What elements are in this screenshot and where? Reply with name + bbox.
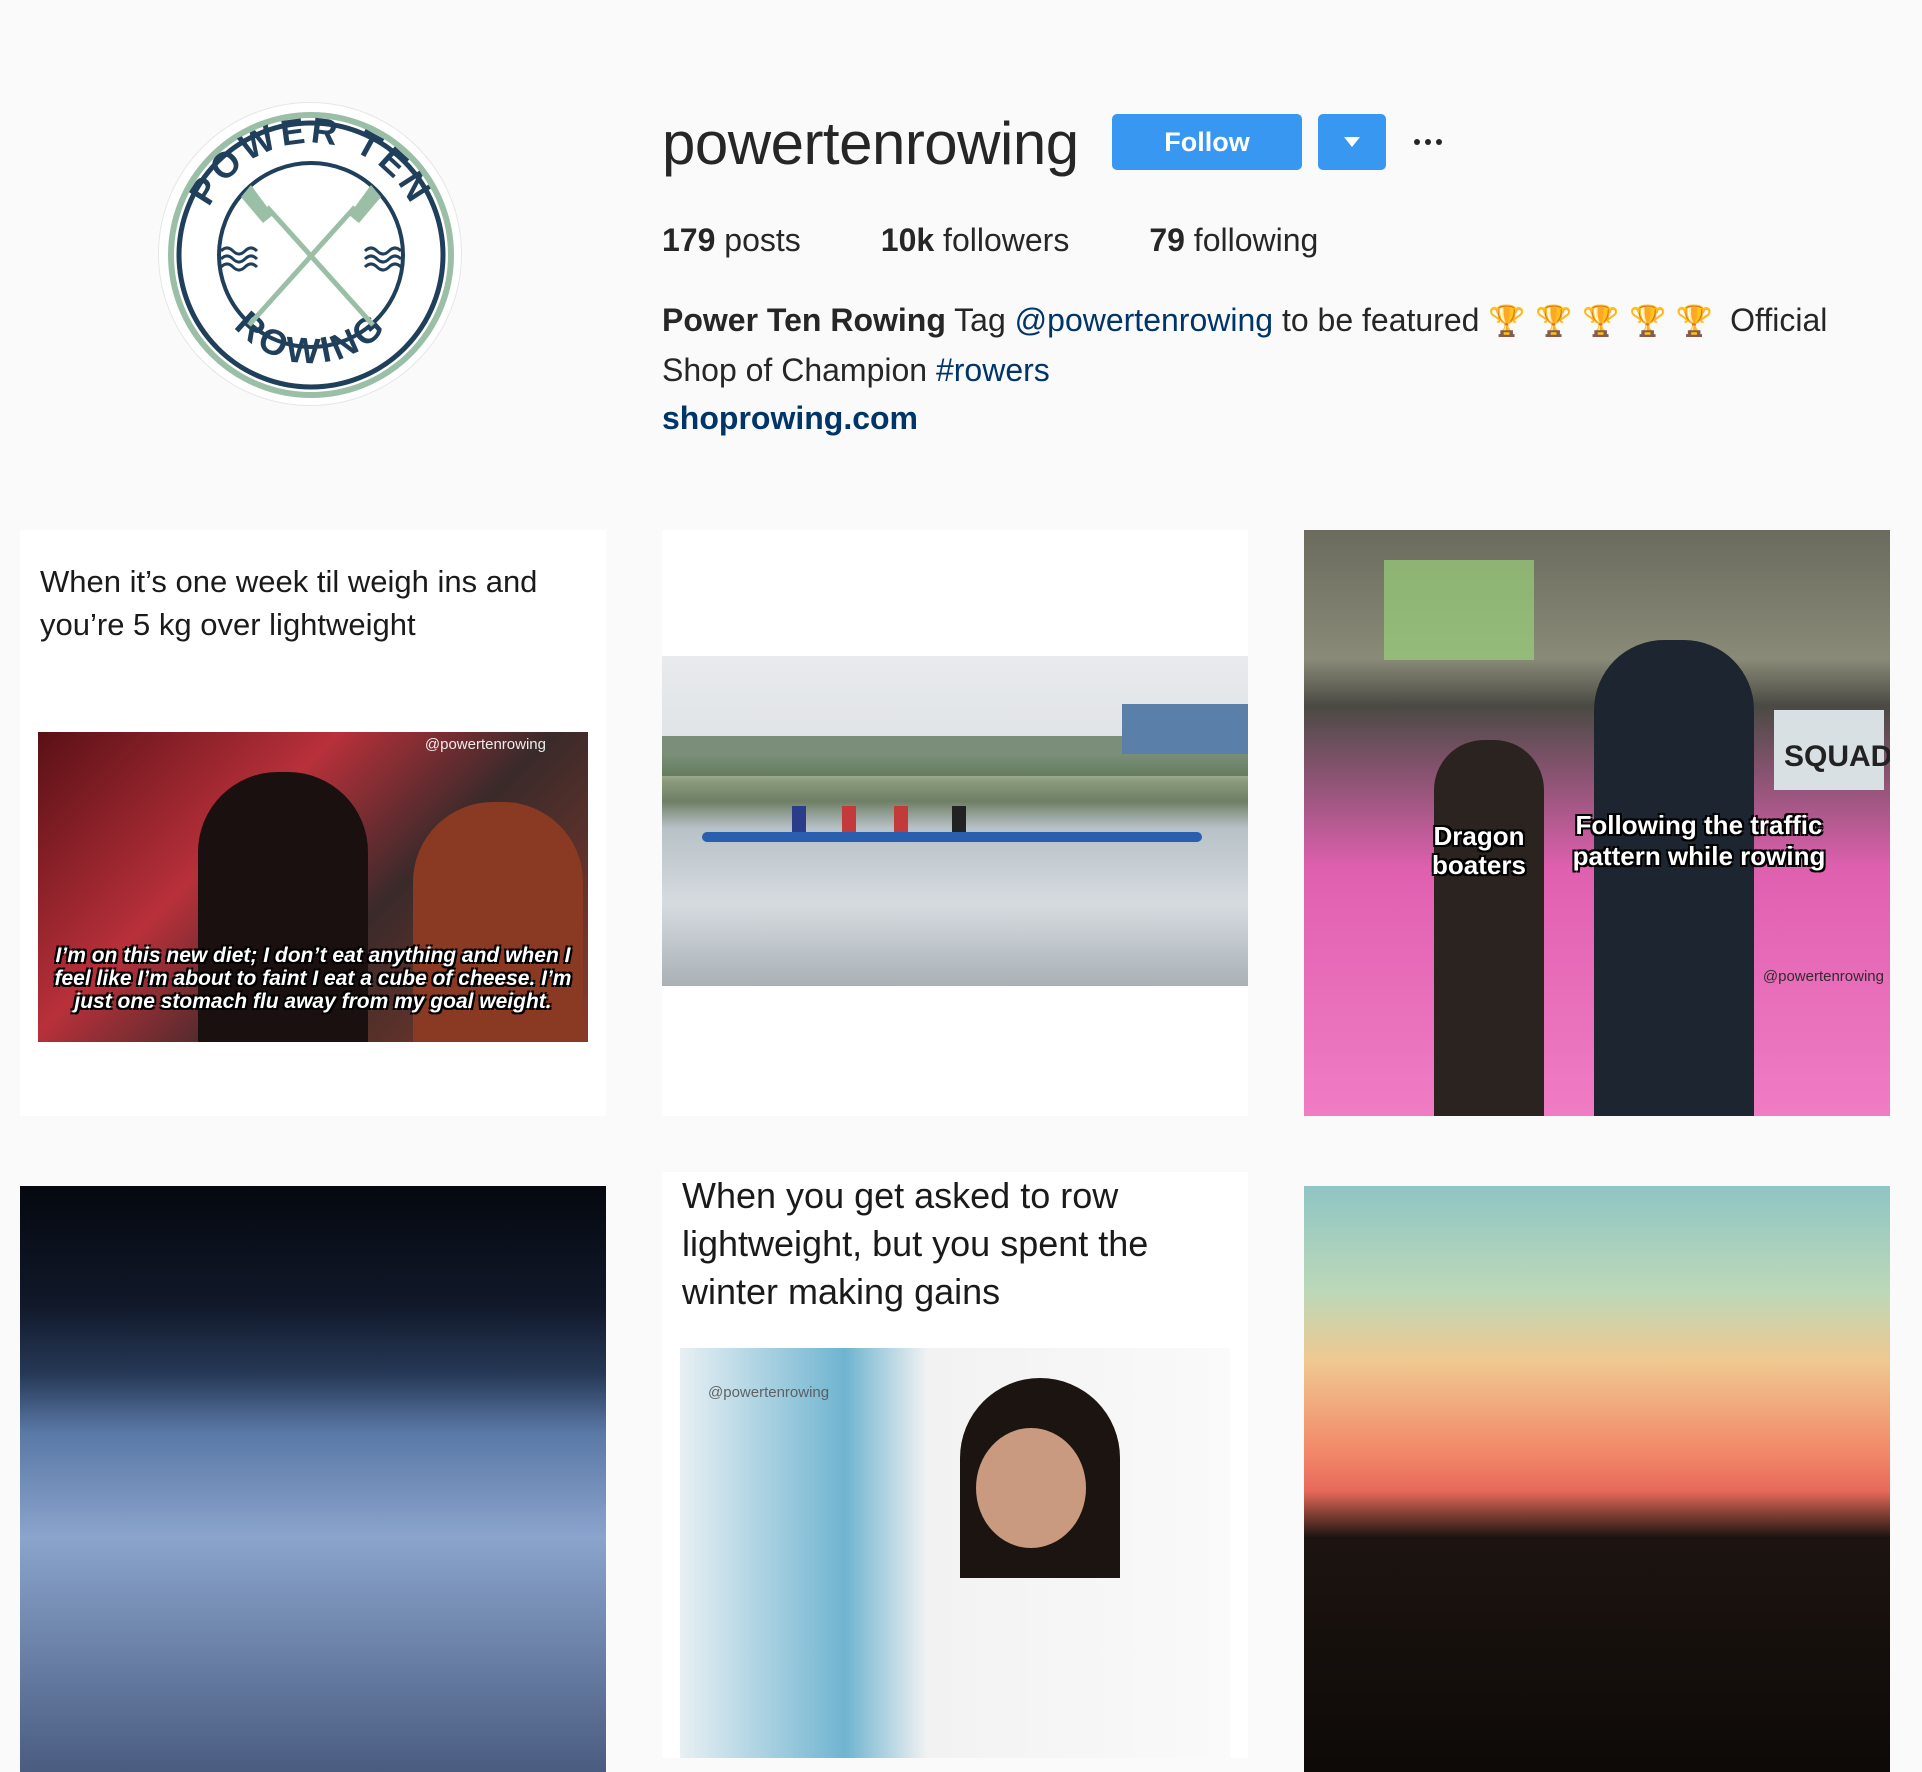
sign-text: SQUAD [1784,740,1890,773]
bio-text: to be featured [1281,302,1480,338]
follow-button[interactable]: Follow [1112,114,1302,170]
sign: SQUAD [1774,710,1890,790]
posts-count: 179 [662,222,716,258]
sky-photo [20,1186,606,1772]
meme-label-left: Dragon boaters [1432,821,1526,880]
profile-bio: Power Ten Rowing Tag @powertenrowing to … [662,296,1842,442]
post-thumbnail[interactable]: SQUAD Dragon boaters Following the traff… [1304,530,1890,1116]
bio-display-name: Power Ten Rowing [662,302,946,338]
meme-image: @powertenrowing I’m on this new diet; I … [38,732,588,1042]
more-dot-icon [1414,139,1420,145]
more-options-button[interactable] [1408,122,1448,162]
rowing-boat [702,832,1202,842]
sunset-photo [1304,1186,1890,1772]
following-count: 79 [1149,222,1185,258]
person-silhouette [1434,740,1544,1116]
person-face [976,1428,1086,1548]
more-dot-icon [1425,139,1431,145]
post-thumbnail[interactable]: When you get asked to row lightweight, b… [662,1172,1248,1758]
followers-count: 10k [880,222,935,258]
building [1122,704,1248,754]
posts-label: posts [724,222,801,258]
followers-link[interactable]: 10k followers [881,218,1070,262]
rower [792,806,806,832]
posts-stat: 179 posts [662,218,801,262]
meme-image: SQUAD Dragon boaters Following the traff… [1304,530,1890,1116]
profile-avatar[interactable]: POWER TEN ROWING [158,102,462,406]
trophy-icon: 🏆 🏆 🏆 🏆 🏆 [1488,304,1714,339]
post-caption: When it’s one week til weigh ins and you… [40,564,538,642]
meme-label-right: Following the traffic pattern while rowi… [1572,810,1826,871]
post-thumbnail[interactable] [20,1186,606,1772]
rower [952,806,966,832]
following-link[interactable]: 79 following [1149,218,1318,262]
suggested-accounts-button[interactable] [1318,114,1386,170]
post-thumbnail[interactable]: When it’s one week til weigh ins and you… [20,530,606,1116]
watermark: @powertenrowing [708,1384,830,1401]
rowing-photo [662,656,1248,986]
profile-stats: 179 posts 10k followers 79 following [662,218,1398,262]
bio-website-link[interactable]: shoprowing.com [662,394,1842,442]
screen [1384,560,1534,660]
post-thumbnail[interactable] [662,530,1248,1116]
bio-hashtag-link[interactable]: #rowers [936,352,1050,388]
chevron-down-icon [1344,137,1360,147]
meme-text: I’m on this new diet; I don’t eat anythi… [54,944,572,1013]
bio-text: Tag [954,302,1006,338]
bio-mention-link[interactable]: @powertenrowing [1015,302,1273,338]
person-silhouette [1594,640,1754,1116]
post-thumbnail[interactable] [1304,1186,1890,1772]
power-ten-logo-icon: POWER TEN ROWING [168,109,454,398]
watermark: @powertenrowing [1762,968,1884,985]
meme-image: @powertenrowing [680,1348,1230,1758]
more-dot-icon [1436,139,1442,145]
following-label: following [1193,222,1319,258]
post-caption: When you get asked to row lightweight, b… [682,1175,1149,1312]
profile-username: powertenrowing [662,110,1079,177]
followers-label: followers [943,222,1070,258]
rower [894,806,908,832]
rower [842,806,856,832]
watermark: @powertenrowing [424,736,546,753]
